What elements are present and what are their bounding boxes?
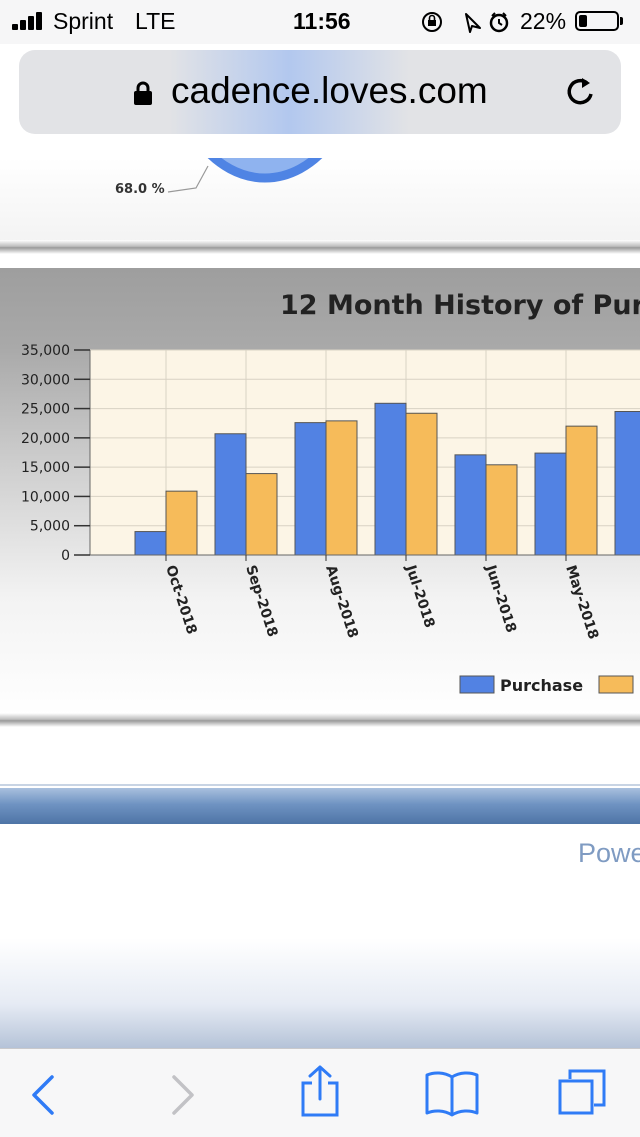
url-text[interactable]: cadence.loves.com bbox=[171, 70, 488, 112]
legend-swatch-purchase bbox=[459, 675, 495, 694]
alarm-icon bbox=[489, 12, 509, 33]
bar-series2 bbox=[325, 420, 358, 556]
browser-toolbar bbox=[0, 1048, 640, 1137]
share-icon[interactable] bbox=[298, 1063, 342, 1119]
y-tick-label: 10,000 bbox=[21, 489, 70, 505]
section-divider bbox=[0, 240, 640, 254]
forward-icon[interactable] bbox=[168, 1073, 198, 1117]
bar-purchase bbox=[614, 411, 640, 556]
bar-series2 bbox=[405, 412, 438, 556]
y-tick-label: 15,000 bbox=[21, 460, 70, 476]
bar-purchase bbox=[374, 402, 407, 556]
x-tick-label: May-2018 bbox=[562, 563, 601, 641]
legend-swatch-series2 bbox=[598, 675, 634, 694]
footer-line bbox=[0, 784, 640, 786]
pie-chart-slice bbox=[167, 158, 323, 193]
web-page: 68.0 % 12 Month History of Purc 0 5,000 10… bbox=[0, 158, 640, 1048]
powered-by-text: Powe bbox=[578, 838, 640, 868]
y-tick-label: 5,000 bbox=[30, 519, 70, 535]
page-bottom-fade bbox=[0, 938, 640, 1048]
network-type: LTE bbox=[135, 8, 176, 34]
y-tick-label: 35,000 bbox=[21, 343, 70, 359]
tabs-icon[interactable] bbox=[556, 1065, 612, 1119]
bar-series2 bbox=[245, 473, 278, 556]
pie-slice-label: 68.0 % bbox=[115, 182, 165, 197]
bar-purchase bbox=[134, 531, 167, 556]
footer-band bbox=[0, 788, 640, 824]
status-bar: Sprint LTE 11:56 22% bbox=[0, 0, 640, 44]
bar-purchase bbox=[454, 454, 487, 556]
x-tick-label: Jun-2018 bbox=[482, 562, 519, 634]
y-tick-label: 25,000 bbox=[21, 402, 70, 418]
x-tick-label: Aug-2018 bbox=[322, 563, 361, 640]
section-divider-2 bbox=[0, 713, 640, 727]
bar-purchase bbox=[534, 452, 567, 556]
bar-purchase bbox=[294, 422, 327, 556]
bar-series2 bbox=[565, 425, 598, 556]
x-tick-label: Oct-2018 bbox=[162, 563, 199, 636]
bar-series2 bbox=[485, 464, 518, 556]
battery-nub bbox=[620, 17, 623, 25]
status-icons bbox=[422, 12, 509, 33]
back-icon[interactable] bbox=[28, 1073, 58, 1117]
reload-icon[interactable] bbox=[560, 72, 600, 112]
orientation-lock-icon bbox=[422, 12, 442, 32]
bar-series2 bbox=[165, 490, 198, 556]
lock-icon bbox=[134, 81, 152, 105]
legend-label-purchase: Purchase bbox=[500, 676, 583, 695]
battery-icon bbox=[575, 11, 619, 31]
x-tick-label: Sep-2018 bbox=[242, 563, 280, 639]
y-tick-label: 30,000 bbox=[21, 372, 70, 388]
bar-purchase bbox=[214, 433, 247, 556]
bookmarks-icon[interactable] bbox=[424, 1069, 480, 1117]
signal-icon bbox=[12, 12, 48, 30]
x-tick-label: Jul-2018 bbox=[402, 562, 438, 629]
bar-chart: 0 5,000 10,000 15,000 20,000 25,000 30,000 35,0… bbox=[21, 343, 640, 695]
clock: 11:56 bbox=[293, 8, 351, 34]
battery-percent: 22% bbox=[520, 8, 567, 34]
pie-chart-section: 68.0 % bbox=[0, 158, 640, 243]
carrier-name: Sprint bbox=[53, 8, 114, 34]
y-tick-label: 20,000 bbox=[21, 431, 70, 447]
y-tick-label: 0 bbox=[61, 548, 70, 564]
location-icon bbox=[465, 13, 481, 33]
